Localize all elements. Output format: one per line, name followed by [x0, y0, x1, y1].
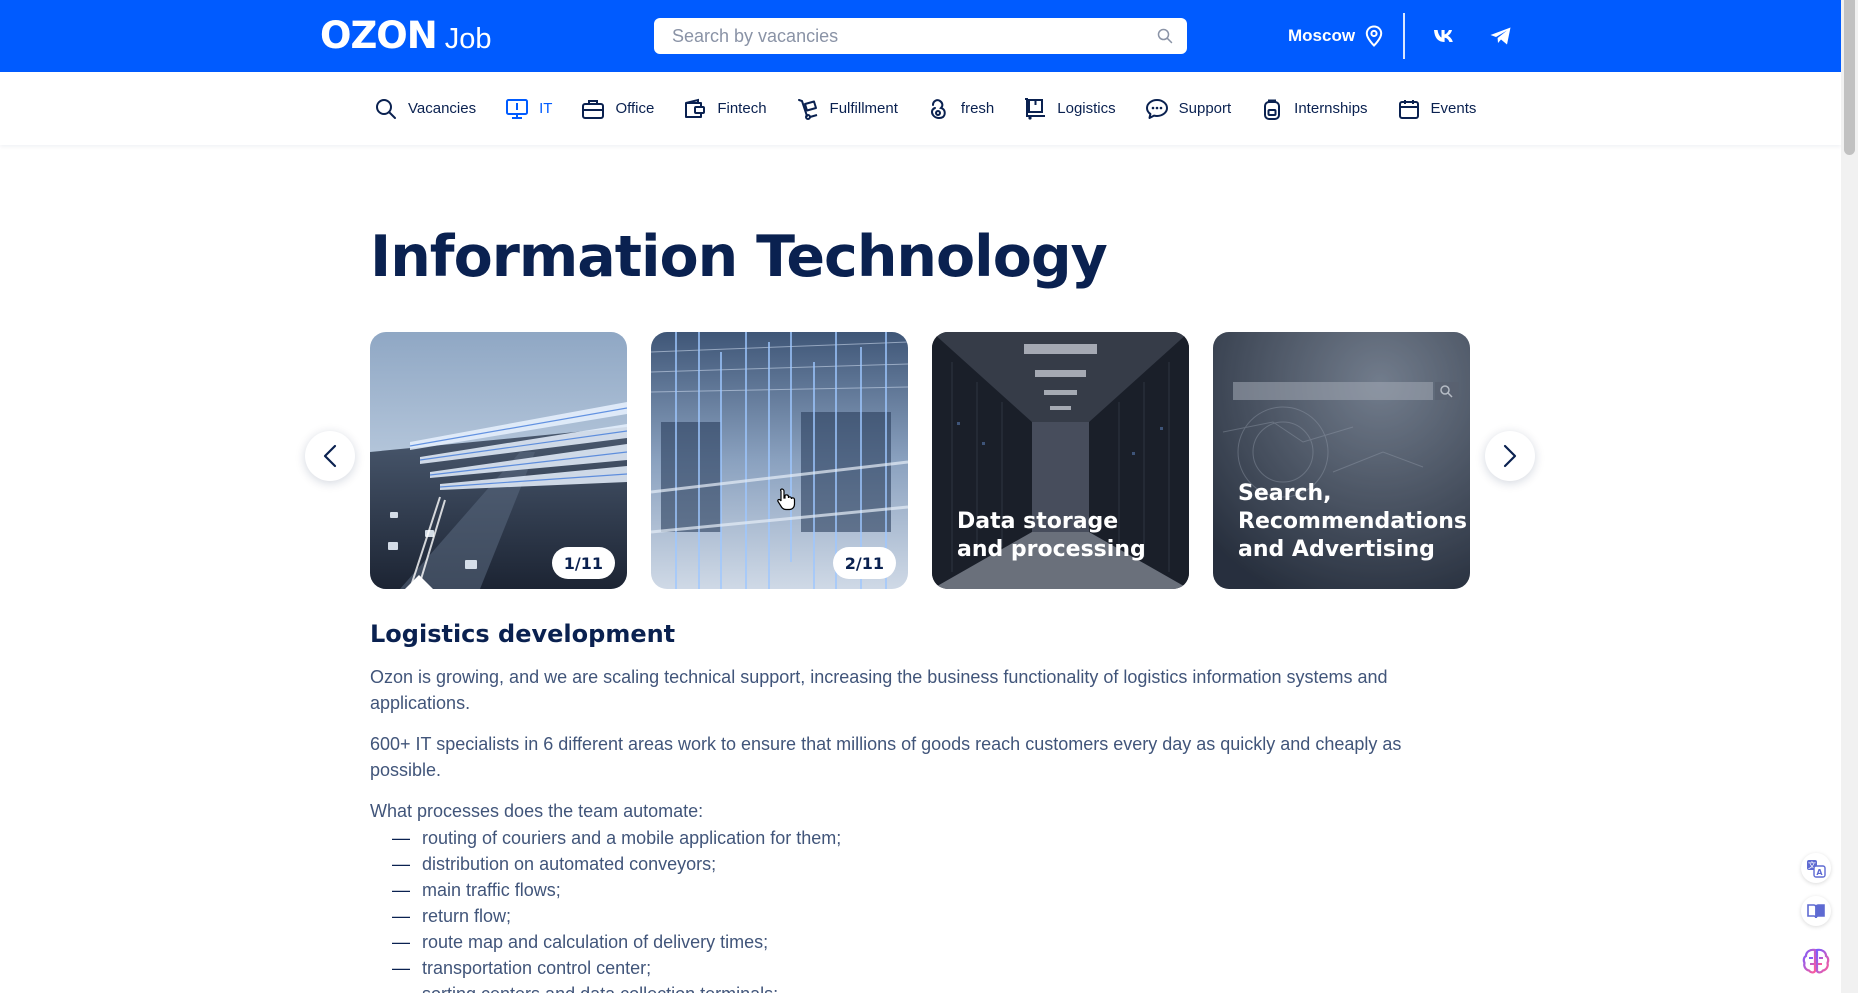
list-item-text: sorting centers and data collection term… — [422, 981, 778, 993]
nav-label: Office — [615, 100, 655, 117]
section-title: Logistics development — [370, 620, 676, 648]
nav-item-office[interactable]: Office — [581, 72, 654, 145]
list-item: — return flow; — [392, 903, 841, 929]
nav-label: Logistics — [1057, 100, 1116, 117]
card-caption: Data storage and processing — [957, 509, 1146, 562]
nav-item-internships[interactable]: Internships — [1260, 72, 1368, 145]
nav-item-fintech[interactable]: Fintech — [683, 72, 767, 145]
list-item: —sorting centers and data collection ter… — [392, 981, 841, 993]
nav-item-it[interactable]: IT — [505, 72, 552, 145]
card-caption: Search, Recommendations and Advertising — [1238, 481, 1467, 562]
list-dash: — — [392, 958, 410, 978]
telegram-icon — [1490, 27, 1511, 45]
list-item-text: distribution on automated conveyors; — [422, 854, 717, 874]
slide-counter: 2/11 — [832, 547, 896, 579]
list-dash: — — [392, 981, 422, 993]
carousel-card-warehouse[interactable]: 2/11 — [651, 332, 908, 589]
list-item: — routing of couriers and a mobile applic… — [392, 825, 841, 851]
scrollbar-thumb[interactable] — [1844, 0, 1855, 155]
list-item-text: transportation control center; — [422, 958, 652, 978]
carousel-card-logistics[interactable]: 1/11 — [370, 332, 627, 589]
reader-button[interactable] — [1801, 896, 1831, 926]
wallet-icon — [683, 97, 707, 121]
search-icon[interactable] — [1157, 28, 1173, 44]
search-input[interactable] — [654, 18, 1187, 54]
translate-button[interactable]: 文 A — [1801, 853, 1831, 883]
nav-label: IT — [539, 100, 553, 117]
top-header: OZON Job Moscow — [0, 0, 1841, 72]
list-item: — distribution on automated conveyors; — [392, 851, 841, 877]
list-dash: — — [392, 906, 410, 926]
search-icon — [374, 97, 398, 121]
nav-item-fresh[interactable]: fresh — [927, 72, 994, 145]
nav-item-support[interactable]: Support — [1145, 72, 1232, 145]
list-item: — main traffic flows; — [392, 877, 841, 903]
header-divider — [1403, 13, 1405, 59]
chevron-left-icon — [323, 444, 337, 468]
page-scrollbar[interactable] — [1841, 0, 1858, 993]
logo-brand: OZON — [320, 14, 438, 57]
backpack-icon — [1260, 97, 1284, 121]
list-dash: — — [392, 880, 410, 900]
chat-icon — [1145, 97, 1169, 121]
fresh-icon — [927, 97, 951, 121]
slide-counter: 1/11 — [551, 547, 615, 579]
nav-item-events[interactable]: Events — [1397, 72, 1477, 145]
list-dash: — — [392, 932, 410, 952]
telegram-link[interactable] — [1486, 22, 1516, 50]
list-item: — transportation control center; — [392, 955, 841, 981]
nav-label: Fintech — [717, 100, 767, 117]
monitor-icon — [505, 97, 529, 121]
description-paragraph: Ozon is growing, and we are scaling tech… — [370, 667, 1388, 713]
chevron-right-icon — [1503, 444, 1517, 468]
list-item-text: main traffic flows; — [422, 880, 561, 900]
logistics-icon — [1023, 97, 1047, 121]
carousel-next-button[interactable] — [1485, 431, 1535, 481]
location-pin-icon — [1365, 25, 1383, 47]
nav-label: Fulfillment — [829, 100, 898, 117]
ai-assistant-button[interactable] — [1799, 944, 1833, 978]
vk-icon — [1434, 30, 1453, 42]
svg-text:A: A — [1816, 868, 1823, 877]
list-item-text: route map and calculation of delivery ti… — [422, 932, 769, 952]
list-dash: — — [392, 854, 410, 874]
carousel-prev-button[interactable] — [305, 431, 355, 481]
book-icon — [1807, 904, 1825, 919]
list-item-text: routing of couriers and a mobile applica… — [422, 828, 842, 848]
nav-item-vacancies[interactable]: Vacancies — [374, 72, 476, 145]
calendar-icon — [1397, 97, 1421, 121]
category-nav: Vacancies IT Office Fintech Fulfillment — [0, 72, 1841, 145]
city-label: Moscow — [1288, 26, 1356, 45]
logo-suffix: Job — [444, 23, 492, 55]
translate-icon: 文 A — [1807, 860, 1826, 878]
hand-truck-icon — [796, 97, 820, 121]
processes-list: — routing of couriers and a mobile applic… — [392, 825, 841, 993]
list-item: — route map and calculation of delivery t… — [392, 929, 841, 955]
selected-card-pointer — [405, 575, 433, 589]
nav-label: Events — [1430, 100, 1477, 117]
carousel-card-data-storage[interactable]: Data storage and processing — [932, 332, 1189, 589]
list-dash: — — [392, 828, 410, 848]
processes-intro: What processes does the team automate: — [370, 801, 704, 821]
nav-label: fresh — [960, 100, 995, 117]
nav-label: Support — [1178, 100, 1232, 117]
nav-label: Vacancies — [408, 100, 477, 117]
search-box — [654, 18, 1187, 54]
city-selector[interactable]: Moscow — [1288, 22, 1383, 50]
nav-item-logistics[interactable]: Logistics — [1023, 72, 1116, 145]
nav-label: Internships — [1294, 100, 1368, 117]
brain-icon — [1802, 948, 1830, 974]
ozon-job-logo[interactable]: OZON Job — [320, 14, 491, 58]
briefcase-icon — [581, 97, 605, 121]
description-paragraph: 600+ IT specialists in 6 different areas… — [370, 734, 1402, 780]
page-title: Information Technology — [370, 224, 1108, 290]
nav-item-fulfillment[interactable]: Fulfillment — [796, 72, 898, 145]
carousel-card-search[interactable]: Search, Recommendations and Advertising — [1213, 332, 1470, 589]
vk-link[interactable] — [1430, 22, 1460, 50]
list-item-text: return flow; — [422, 906, 512, 926]
